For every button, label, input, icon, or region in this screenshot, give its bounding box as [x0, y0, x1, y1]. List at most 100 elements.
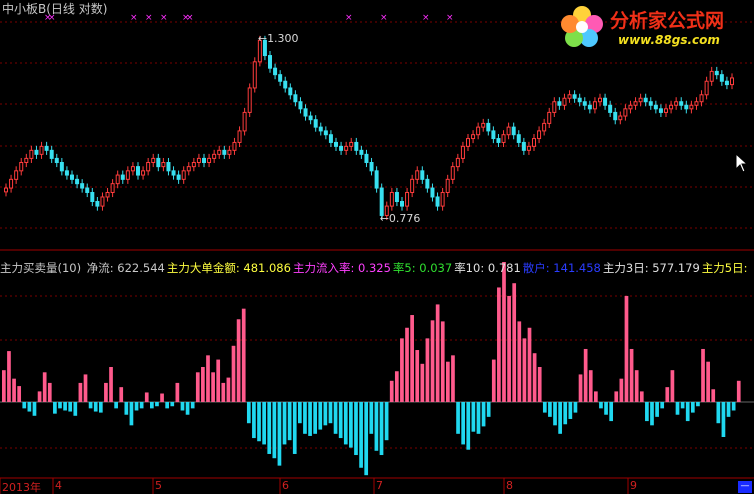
- low-price-label: ←0.776: [379, 212, 421, 226]
- volume-bar: [379, 402, 384, 456]
- chart-window: × × × × × × × × × × × 中小板B(日线 对数) 分析家公式网 www.88gs.…: [0, 0, 754, 494]
- volume-bar: [195, 372, 200, 402]
- volume-bar: [420, 363, 425, 402]
- indicator-item: 率5: 0.037: [392, 261, 453, 275]
- candle-body: [689, 104, 694, 110]
- chart-canvas[interactable]: ×× × × × ×× × × × ×: [0, 0, 754, 494]
- candle-body: [19, 161, 24, 172]
- volume-bar: [389, 380, 394, 402]
- volume-bar: [548, 402, 552, 417]
- candle-body: [80, 183, 85, 189]
- volume-bar: [175, 382, 180, 402]
- candle-body: [222, 149, 227, 155]
- candle-body: [389, 191, 394, 207]
- site-logo[interactable]: 分析家公式网 www.88gs.com: [556, 2, 752, 52]
- candle-body: [252, 61, 257, 89]
- volume-bar: [563, 402, 568, 425]
- volume-bar: [180, 402, 185, 411]
- candle-body: [115, 174, 120, 185]
- candle-body: [471, 134, 476, 140]
- volume-bar: [522, 338, 527, 402]
- candle-body: [161, 161, 166, 168]
- candle-body: [298, 101, 303, 110]
- candle-body: [125, 170, 130, 180]
- volume-bar: [236, 319, 241, 402]
- candle-body: [633, 101, 638, 106]
- candle-body: [542, 122, 547, 132]
- volume-bar: [68, 402, 73, 412]
- volume-bar: [313, 402, 318, 434]
- x-axis-tick-label: 4: [55, 479, 62, 492]
- candle-body: [247, 87, 252, 113]
- indicator-item: 散户: 141.458: [522, 261, 601, 275]
- candle-body: [171, 170, 176, 176]
- volume-bar: [114, 402, 118, 409]
- volume-bar: [481, 402, 486, 427]
- candle-body: [212, 153, 217, 159]
- candle-body: [658, 108, 663, 113]
- volume-bar: [211, 372, 215, 402]
- volume-bar: [558, 402, 562, 434]
- candle-body: [323, 130, 328, 136]
- volume-bar: [170, 402, 175, 407]
- candle-body: [501, 134, 506, 143]
- volume-bar: [471, 402, 476, 432]
- volume-bar: [594, 391, 598, 402]
- volume-bar: [32, 402, 37, 416]
- volume-bar: [537, 367, 542, 402]
- candle-body: [613, 111, 618, 121]
- candle-body: [577, 97, 582, 103]
- candle-body: [532, 138, 536, 147]
- volume-bar: [583, 348, 588, 402]
- candle-body: [572, 94, 577, 99]
- volume-bar: [53, 402, 57, 414]
- scroll-end-button[interactable]: —: [738, 481, 752, 493]
- candle-body: [75, 178, 80, 185]
- candle-body: [562, 97, 567, 106]
- indicator-item: 净流: 622.544: [86, 261, 165, 275]
- candle-body: [288, 87, 293, 96]
- x-axis-tick-label: 6: [282, 479, 289, 492]
- volume-bar: [456, 402, 460, 434]
- candle-body: [450, 166, 455, 180]
- candle-body: [445, 178, 450, 193]
- mouse-cursor-icon: [735, 153, 749, 173]
- candle-body: [268, 55, 272, 69]
- candle-body: [709, 70, 714, 82]
- volume-bar: [119, 387, 124, 402]
- volume-bar: [216, 359, 221, 402]
- candle-body: [699, 94, 704, 103]
- volume-bar: [160, 393, 164, 402]
- candle-body: [415, 170, 420, 180]
- volume-bar: [134, 402, 139, 411]
- volume-bar: [17, 386, 22, 402]
- candle-body: [318, 126, 323, 132]
- volume-bar: [7, 351, 11, 402]
- volume-bar: [165, 402, 170, 409]
- candle-body: [435, 196, 440, 207]
- candle-body: [308, 115, 313, 121]
- volume-bar: [308, 402, 312, 436]
- volume-bar: [665, 387, 670, 402]
- candle-body: [196, 157, 201, 163]
- volume-bar: [497, 287, 501, 402]
- signal-marker: ×: [160, 13, 168, 23]
- candle-body: [207, 157, 212, 163]
- volume-bar: [185, 402, 190, 415]
- volume-bar: [476, 402, 481, 434]
- candle-body: [405, 191, 410, 207]
- candle-body: [90, 191, 95, 203]
- candle-body: [704, 80, 709, 96]
- volume-bar: [384, 402, 389, 441]
- candle-body: [369, 161, 374, 172]
- candle-body: [70, 174, 74, 180]
- candle-body: [516, 134, 521, 143]
- candle-body: [100, 196, 105, 207]
- volume-bar: [410, 315, 414, 402]
- candle-body: [181, 170, 186, 180]
- volume-bar: [292, 402, 297, 454]
- candle-body: [34, 149, 39, 155]
- volume-bar: [277, 402, 282, 466]
- indicator-item: 率10: 0.781: [454, 261, 521, 275]
- signal-marker: ×: [345, 13, 353, 23]
